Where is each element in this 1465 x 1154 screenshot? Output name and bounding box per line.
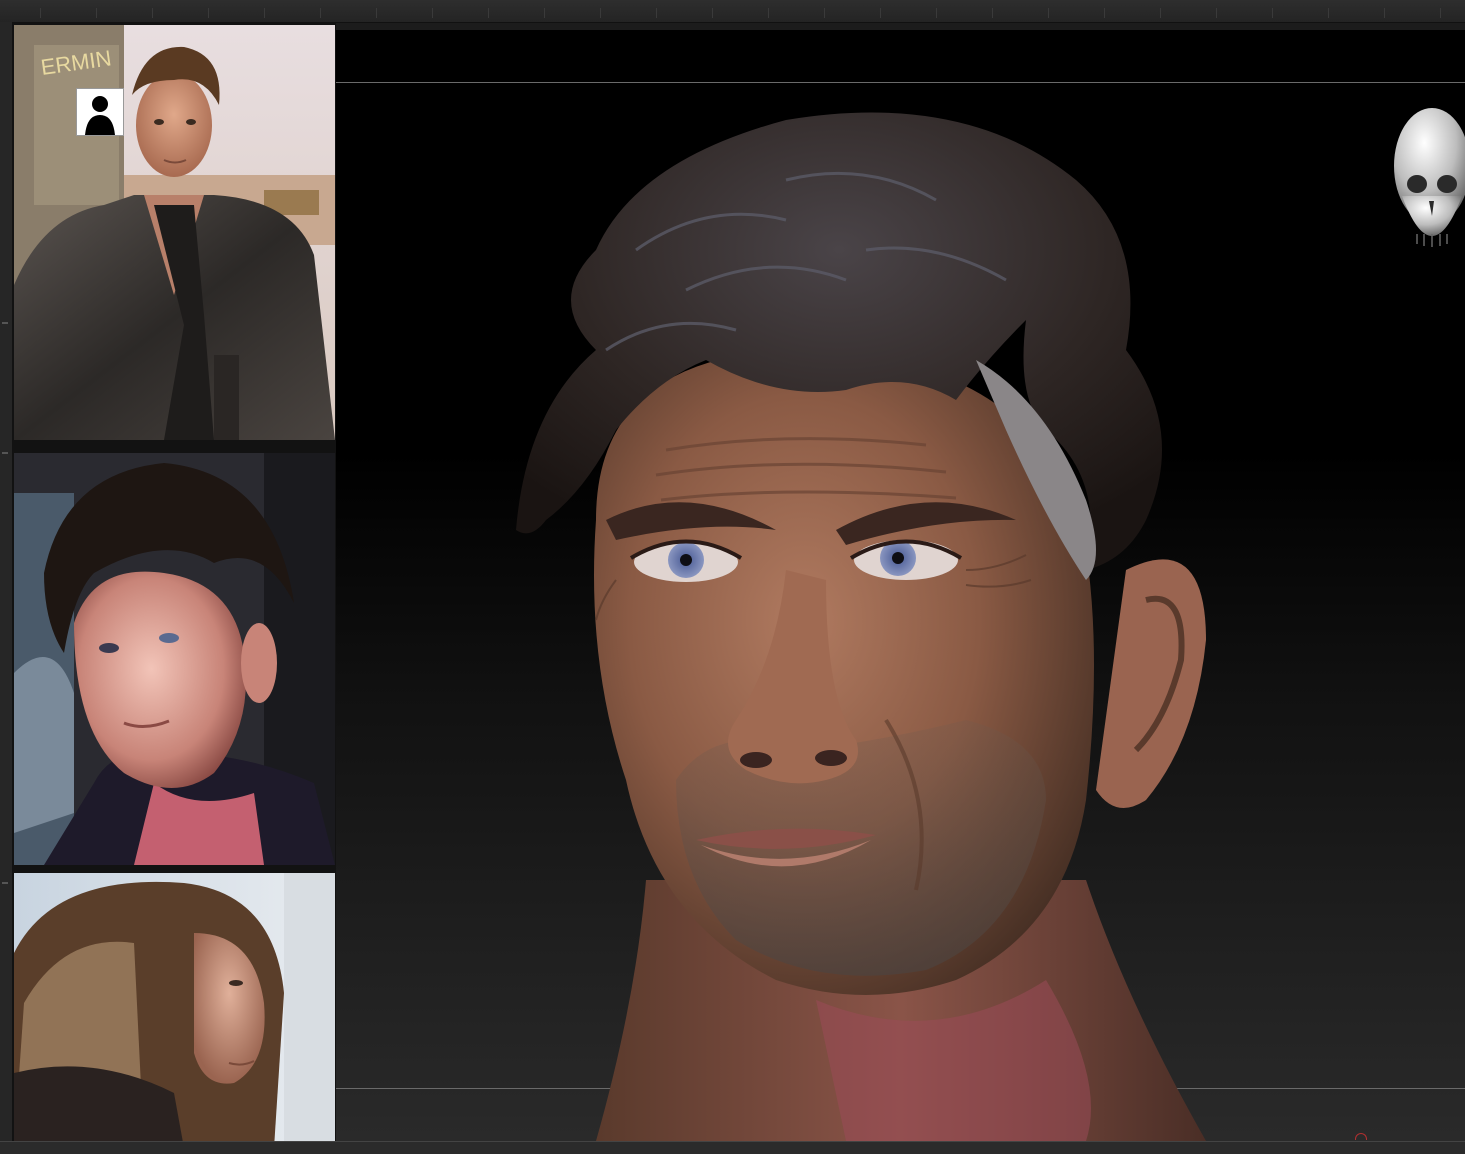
canvas-border-top [336,82,1465,83]
resize-handle[interactable] [2,322,8,324]
toolbar-divider [1328,8,1329,18]
toolbar-divider [1216,8,1217,18]
toolbar-divider [656,8,657,18]
toolbar-divider [1160,8,1161,18]
toolbar-divider [432,8,433,18]
toolbar-divider [1384,8,1385,18]
toolbar-divider [152,8,153,18]
indicator-mark [1355,1133,1367,1140]
toolbar-divider [376,8,377,18]
resize-handle[interactable] [2,452,8,454]
reference-photo-1-image: ERMIN [14,25,335,440]
toolbar-divider [768,8,769,18]
toolbar-divider [880,8,881,18]
reference-photo-3-image [14,873,335,1148]
left-edge-strip[interactable] [0,22,12,1153]
silhouette-icon[interactable] [76,88,124,136]
reference-photo-1[interactable]: ERMIN [14,25,335,440]
toolbar-divider [544,8,545,18]
top-toolbar [0,0,1465,23]
sculpted-head[interactable] [486,100,1366,1141]
reference-photo-2-image [14,453,335,865]
toolbar-divider [712,8,713,18]
toolbar-divider [1048,8,1049,18]
toolbar-divider [208,8,209,18]
bottom-bar [0,1141,1465,1154]
toolbar-divider [992,8,993,18]
toolbar-divider [96,8,97,18]
toolbar-divider [824,8,825,18]
toolbar-divider [320,8,321,18]
reference-photo-3[interactable] [14,873,335,1148]
reference-panel: ERMIN [12,22,336,1153]
toolbar-divider [1104,8,1105,18]
toolbar-divider [264,8,265,18]
skull-icon[interactable] [1392,106,1465,268]
toolbar-divider [1272,8,1273,18]
toolbar-divider [40,8,41,18]
toolbar-divider [1440,8,1441,18]
reference-photo-2[interactable] [14,453,335,865]
resize-handle[interactable] [2,882,8,884]
toolbar-divider [936,8,937,18]
toolbar-divider [600,8,601,18]
sculpt-viewport[interactable] [336,30,1465,1141]
toolbar-divider [488,8,489,18]
